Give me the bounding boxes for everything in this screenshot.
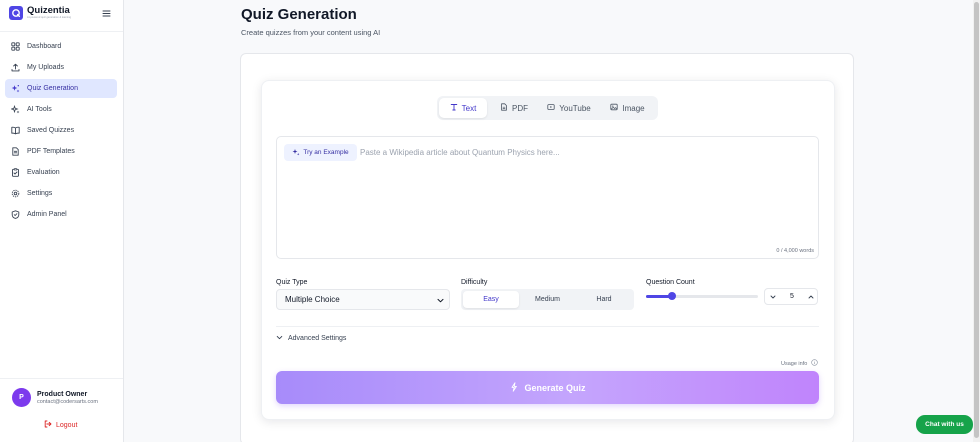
quiz-type-value: Multiple Choice — [285, 295, 340, 304]
scrollbar-thumb[interactable] — [974, 2, 979, 438]
word-count: 0 / 4,000 words — [776, 248, 814, 254]
difficulty-selector: Easy Medium Hard — [461, 289, 634, 310]
sidebar-item-quiz-generation[interactable]: Quiz Generation — [5, 79, 117, 98]
chevron-down-icon — [437, 297, 444, 304]
advanced-settings-label: Advanced Settings — [288, 335, 347, 342]
book-icon — [11, 126, 20, 135]
sidebar-nav: Dashboard My Uploads Quiz Generation AI … — [5, 37, 117, 226]
upload-icon — [11, 63, 20, 72]
sidebar-item-evaluation[interactable]: Evaluation — [5, 163, 117, 182]
user-profile[interactable]: P Product Owner contact@codersarts.com — [12, 388, 98, 407]
question-count-value[interactable]: 5 — [783, 293, 801, 300]
chevron-down-icon — [276, 334, 283, 343]
sidebar-item-label: AI Tools — [27, 106, 52, 113]
usage-info-link[interactable]: Usage info — [781, 359, 819, 368]
question-count-label: Question Count — [646, 279, 695, 286]
user-email: contact@codersarts.com — [37, 398, 98, 405]
brand[interactable]: Quizentia AI-powered quiz generation & l… — [9, 6, 71, 20]
video-icon — [547, 103, 555, 113]
brand-logo-icon — [9, 6, 23, 20]
sidebar: Quizentia AI-powered quiz generation & l… — [0, 0, 124, 442]
grid-icon — [11, 42, 20, 51]
shield-icon — [11, 210, 20, 219]
gear-icon — [11, 189, 20, 198]
text-icon — [450, 103, 458, 113]
logout-label: Logout — [56, 421, 78, 429]
source-tabs: Text PDF YouTube Image — [437, 96, 658, 120]
divider — [0, 378, 123, 379]
question-count-slider[interactable] — [646, 292, 758, 300]
sidebar-item-label: Evaluation — [27, 169, 60, 176]
brand-tagline: AI-powered quiz generation & learning — [27, 16, 72, 19]
tab-label: PDF — [512, 103, 528, 113]
sidebar-item-label: PDF Templates — [27, 148, 75, 155]
page-subtitle: Create quizzes from your content using A… — [241, 28, 381, 37]
image-icon — [610, 103, 618, 113]
increment-chevron-up-icon[interactable] — [807, 293, 815, 301]
sidebar-item-label: My Uploads — [27, 64, 64, 71]
sidebar-item-admin-panel[interactable]: Admin Panel — [5, 205, 117, 224]
quiz-type-select[interactable]: Multiple Choice — [276, 289, 450, 310]
tab-youtube[interactable]: YouTube — [539, 98, 599, 118]
file-icon — [500, 103, 508, 113]
divider — [276, 326, 819, 327]
try-example-button[interactable]: Try an Example — [284, 144, 357, 161]
usage-info-label: Usage info — [781, 360, 808, 367]
sidebar-item-label: Saved Quizzes — [27, 127, 75, 134]
tab-pdf[interactable]: PDF — [489, 98, 539, 118]
clipboard-check-icon — [11, 168, 20, 177]
try-example-label: Try an Example — [303, 149, 349, 156]
difficulty-hard[interactable]: Hard — [576, 291, 632, 308]
info-icon — [811, 359, 819, 368]
avatar: P — [12, 388, 31, 407]
sidebar-item-saved-quizzes[interactable]: Saved Quizzes — [5, 121, 117, 140]
menu-toggle-icon[interactable] — [102, 9, 111, 18]
page-scrollbar[interactable] — [973, 0, 980, 442]
generate-quiz-label: Generate Quiz — [524, 382, 586, 393]
sparkles-icon — [292, 148, 300, 158]
divider — [0, 31, 123, 32]
sidebar-item-label: Dashboard — [27, 43, 62, 50]
logout-button[interactable]: Logout — [44, 420, 77, 430]
difficulty-easy[interactable]: Easy — [463, 291, 519, 308]
tab-label: YouTube — [559, 103, 591, 113]
user-name: Product Owner — [37, 390, 88, 398]
sidebar-item-my-uploads[interactable]: My Uploads — [5, 58, 117, 77]
page-title: Quiz Generation — [241, 6, 357, 23]
advanced-settings-toggle[interactable]: Advanced Settings — [276, 334, 346, 343]
sparkles-icon — [11, 105, 20, 114]
sidebar-item-settings[interactable]: Settings — [5, 184, 117, 203]
sidebar-item-label: Settings — [27, 190, 53, 197]
tab-label: Image — [622, 103, 645, 113]
sidebar-item-ai-tools[interactable]: AI Tools — [5, 100, 117, 119]
sidebar-item-pdf-templates[interactable]: PDF Templates — [5, 142, 117, 161]
logout-icon — [44, 420, 52, 430]
tab-image[interactable]: Image — [599, 98, 656, 118]
sparkles-icon — [11, 84, 20, 93]
sidebar-item-dashboard[interactable]: Dashboard — [5, 37, 117, 56]
sidebar-item-label: Admin Panel — [27, 211, 67, 218]
slider-thumb[interactable] — [667, 292, 676, 300]
sidebar-item-label: Quiz Generation — [27, 85, 78, 92]
generate-quiz-button[interactable]: Generate Quiz — [276, 371, 819, 404]
file-text-icon — [11, 147, 20, 156]
question-count-stepper: 5 — [764, 288, 818, 305]
quiz-type-label: Quiz Type — [276, 279, 308, 286]
difficulty-medium[interactable]: Medium — [519, 291, 576, 308]
brand-name: Quizentia — [27, 5, 70, 16]
sparkles-icon — [509, 381, 519, 394]
decrement-chevron-down-icon[interactable] — [769, 293, 777, 301]
chat-label: Chat with us — [925, 421, 964, 428]
tab-label: Text — [461, 103, 477, 113]
content-input[interactable] — [360, 145, 800, 159]
chat-with-us-button[interactable]: Chat with us — [916, 415, 973, 434]
difficulty-label: Difficulty — [461, 279, 488, 286]
tab-text[interactable]: Text — [439, 98, 487, 118]
